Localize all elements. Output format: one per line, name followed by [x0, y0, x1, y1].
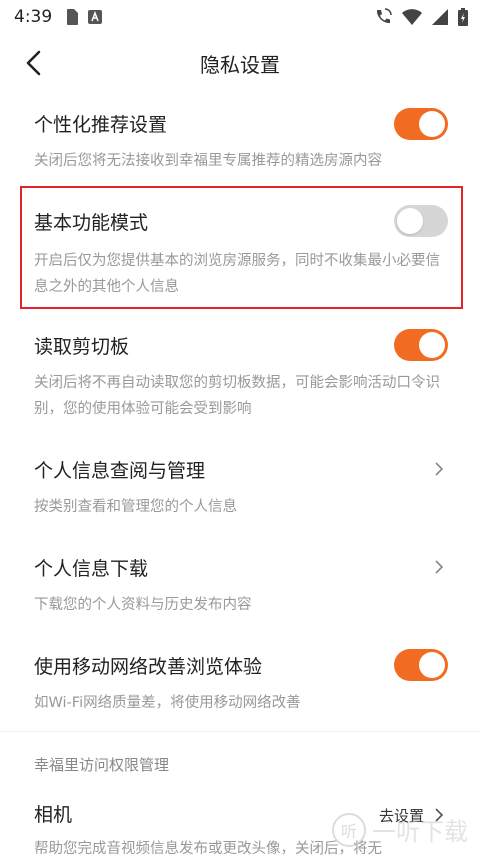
setting-row-personal-info-management[interactable]: 个人信息查阅与管理 按类别查看和管理您的个人信息: [0, 436, 480, 528]
setting-title: 基本功能模式: [34, 212, 149, 234]
page-title: 隐私设置: [200, 52, 280, 77]
status-bar: 4:39: [0, 0, 480, 34]
personalized-recommendation-toggle[interactable]: [394, 108, 448, 140]
setting-description: 开启后仅为您提供基本的浏览房源服务，同时不收集最小必要信息之外的其他个人信息: [34, 253, 440, 295]
mobile-network-toggle[interactable]: [394, 649, 448, 681]
setting-description: 下载您的个人资料与历史发布内容: [34, 597, 252, 613]
setting-description: 按类别查看和管理您的个人信息: [34, 499, 237, 515]
section-title: 幸福里访问权限管理: [34, 756, 170, 774]
clipboard-toggle[interactable]: [394, 329, 448, 361]
setting-description: 关闭后将不再自动读取您的剪切板数据，可能会影响活动口令识别，您的使用体验可能会受…: [34, 375, 440, 417]
wifi-icon: [402, 9, 422, 25]
setting-row-personalized-recommendation: 个性化推荐设置 关闭后您将无法接收到幸福里专属推荐的精选房源内容: [0, 92, 480, 186]
signal-icon: [432, 9, 448, 25]
setting-row-mobile-network: 使用移动网络改善浏览体验 如Wi-Fi网络质量差，将使用移动网络改善: [0, 632, 480, 724]
setting-title: 个性化推荐设置: [34, 114, 168, 136]
setting-title: 个人信息下载: [34, 558, 149, 580]
watermark: 听 一听下载: [332, 806, 480, 853]
watermark-logo: 听: [332, 812, 366, 847]
chevron-right-icon: [435, 462, 444, 476]
font-a-icon: [88, 10, 103, 24]
setting-description: 如Wi-Fi网络质量差，将使用移动网络改善: [34, 695, 301, 711]
permission-title: 相机: [34, 804, 73, 826]
setting-title: 个人信息查阅与管理: [34, 460, 206, 482]
setting-description: 关闭后您将无法接收到幸福里专属推荐的精选房源内容: [34, 153, 382, 169]
chevron-right-icon: [435, 560, 444, 574]
back-button[interactable]: [18, 48, 48, 78]
setting-title: 使用移动网络改善浏览体验: [34, 656, 263, 678]
battery-icon: [458, 8, 468, 26]
chevron-left-icon: [26, 50, 41, 76]
sim-card-icon: [67, 9, 79, 25]
section-divider: [0, 731, 480, 732]
basic-mode-toggle[interactable]: [394, 205, 448, 237]
setting-row-personal-info-download[interactable]: 个人信息下载 下载您的个人资料与历史发布内容: [0, 534, 480, 626]
status-time: 4:39: [14, 7, 53, 27]
watermark-text: 一听下载: [372, 818, 468, 846]
nav-bar: 隐私设置: [0, 34, 480, 92]
setting-row-clipboard: 读取剪切板 关闭后将不再自动读取您的剪切板数据，可能会影响活动口令识别，您的使用…: [0, 312, 480, 428]
setting-row-basic-mode: 基本功能模式 开启后仅为您提供基本的浏览房源服务，同时不收集最小必要信息之外的其…: [0, 188, 480, 308]
setting-title: 读取剪切板: [34, 336, 130, 358]
wifi-call-icon: [376, 8, 392, 24]
